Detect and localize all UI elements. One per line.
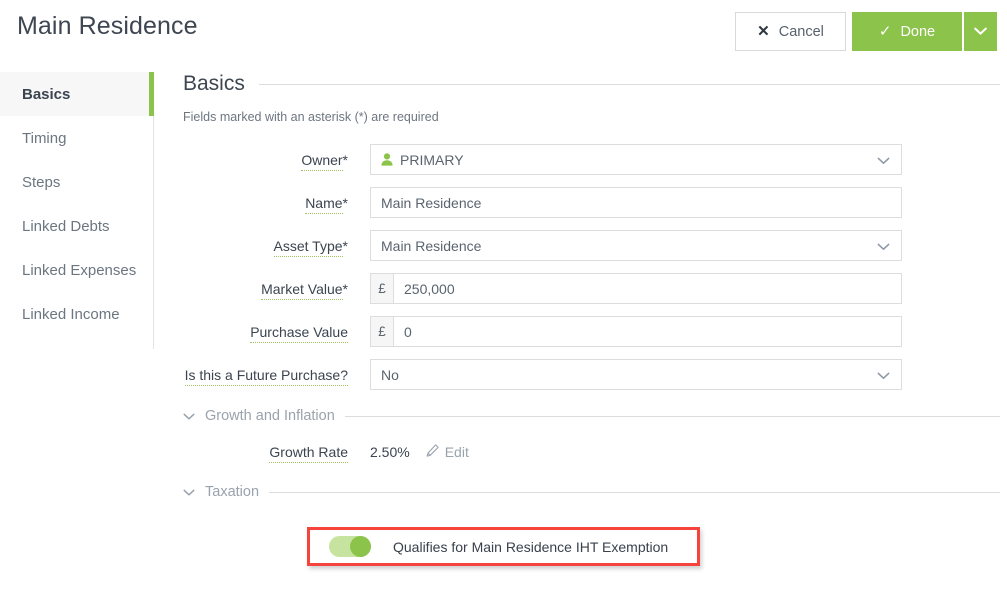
- chevron-down-icon: [877, 152, 890, 168]
- sidebar-item-basics[interactable]: Basics: [0, 72, 154, 116]
- required-fields-hint: Fields marked with an asterisk (*) are r…: [183, 110, 439, 124]
- cancel-button-label: Cancel: [778, 23, 824, 40]
- name-control: Main Residence: [370, 187, 902, 218]
- growth-section-header[interactable]: Growth and Inflation: [183, 408, 1007, 424]
- chevron-down-icon: [877, 238, 890, 254]
- iht-exemption-toggle[interactable]: [329, 536, 371, 557]
- sidebar-item-linked-income[interactable]: Linked Income: [0, 292, 153, 336]
- currency-prefix: £: [370, 316, 393, 347]
- section-title: Basics: [183, 72, 245, 95]
- asset-edit-page: Main Residence ✕ Cancel ✓ Done Basics Ti…: [0, 0, 1007, 601]
- owner-value: PRIMARY: [400, 151, 464, 168]
- sidebar-item-linked-expenses[interactable]: Linked Expenses: [0, 248, 153, 292]
- chevron-down-icon: [877, 367, 890, 383]
- chevron-down-icon: [183, 486, 195, 499]
- sidebar-item-label: Linked Income: [22, 305, 120, 323]
- taxation-section-title: Taxation: [205, 484, 260, 500]
- iht-exemption-highlight: Qualifies for Main Residence IHT Exempti…: [307, 527, 700, 566]
- growth-rate-row: Growth Rate 2.50% Edit: [183, 444, 1007, 463]
- chevron-down-icon: [974, 27, 987, 35]
- purchase-value-value: 0: [404, 323, 412, 340]
- person-icon: [381, 153, 393, 166]
- future-purchase-label: Is this a Future Purchase?: [183, 366, 370, 386]
- name-label: Name*: [183, 194, 370, 214]
- done-button[interactable]: ✓ Done: [852, 12, 962, 51]
- cancel-button[interactable]: ✕ Cancel: [735, 12, 846, 51]
- taxation-section-header[interactable]: Taxation: [183, 484, 1007, 500]
- sidebar-item-label: Timing: [22, 129, 67, 147]
- future-purchase-control: No: [370, 359, 902, 390]
- page-title: Main Residence: [17, 12, 198, 40]
- form-row-market-value: Market Value* £ 250,000: [183, 273, 1007, 304]
- close-icon: ✕: [757, 23, 770, 40]
- main-panel: Basics Fields marked with an asterisk (*…: [183, 72, 1007, 500]
- pencil-icon: [426, 444, 439, 460]
- purchase-value-input[interactable]: 0: [393, 316, 902, 347]
- sidebar-item-label: Linked Expenses: [22, 261, 137, 279]
- growth-section-title: Growth and Inflation: [205, 408, 335, 424]
- asset-type-label: Asset Type*: [183, 237, 370, 257]
- check-icon: ✓: [878, 23, 892, 40]
- growth-section-divider: [344, 415, 1000, 417]
- page-header: Main Residence ✕ Cancel ✓ Done: [0, 0, 1007, 62]
- done-button-label: Done: [900, 23, 936, 40]
- basics-section-header: Basics: [183, 72, 1007, 96]
- owner-label: Owner*: [183, 151, 370, 171]
- growth-rate-value: 2.50%: [370, 444, 410, 460]
- asset-type-control: Main Residence: [370, 230, 902, 261]
- market-value-input[interactable]: 250,000: [393, 273, 902, 304]
- sidebar-item-label: Steps: [22, 173, 61, 191]
- asset-type-value: Main Residence: [381, 237, 482, 254]
- asset-type-select[interactable]: Main Residence: [370, 230, 902, 261]
- purchase-value-control: £ 0: [370, 316, 902, 347]
- iht-exemption-label: Qualifies for Main Residence IHT Exempti…: [393, 538, 669, 555]
- future-purchase-value: No: [381, 366, 399, 383]
- sidebar-item-steps[interactable]: Steps: [0, 160, 153, 204]
- owner-control: PRIMARY: [370, 144, 902, 175]
- form-row-owner: Owner* PRIMARY: [183, 144, 1007, 175]
- purchase-value-label: Purchase Value: [183, 323, 370, 343]
- form-row-asset-type: Asset Type* Main Residence: [183, 230, 1007, 261]
- growth-rate-edit-button[interactable]: Edit: [426, 444, 469, 460]
- market-value-label: Market Value*: [183, 280, 370, 300]
- toggle-knob: [350, 536, 371, 557]
- currency-prefix: £: [370, 273, 393, 304]
- sidebar: Basics Timing Steps Linked Debts Linked …: [0, 72, 154, 349]
- done-dropdown-button[interactable]: [964, 12, 997, 51]
- header-actions: ✕ Cancel ✓ Done: [735, 12, 997, 51]
- name-value: Main Residence: [381, 194, 482, 211]
- chevron-down-icon: [183, 410, 195, 423]
- taxation-section-divider: [269, 491, 1000, 493]
- sidebar-item-label: Basics: [22, 85, 71, 103]
- sidebar-item-label: Linked Debts: [22, 217, 110, 235]
- growth-rate-label: Growth Rate: [183, 444, 370, 463]
- sidebar-item-linked-debts[interactable]: Linked Debts: [0, 204, 153, 248]
- basics-form: Owner* PRIMARY Name* Main Residence Asse…: [183, 144, 1007, 390]
- future-purchase-select[interactable]: No: [370, 359, 902, 390]
- market-value-control: £ 250,000: [370, 273, 902, 304]
- section-divider: [258, 83, 1000, 85]
- form-row-purchase-value: Purchase Value £ 0: [183, 316, 1007, 347]
- name-input[interactable]: Main Residence: [370, 187, 902, 218]
- market-value-value: 250,000: [404, 280, 455, 297]
- form-row-name: Name* Main Residence: [183, 187, 1007, 218]
- form-row-future-purchase: Is this a Future Purchase? No: [183, 359, 1007, 390]
- owner-select[interactable]: PRIMARY: [370, 144, 902, 175]
- sidebar-item-timing[interactable]: Timing: [0, 116, 153, 160]
- growth-rate-edit-label: Edit: [444, 444, 469, 460]
